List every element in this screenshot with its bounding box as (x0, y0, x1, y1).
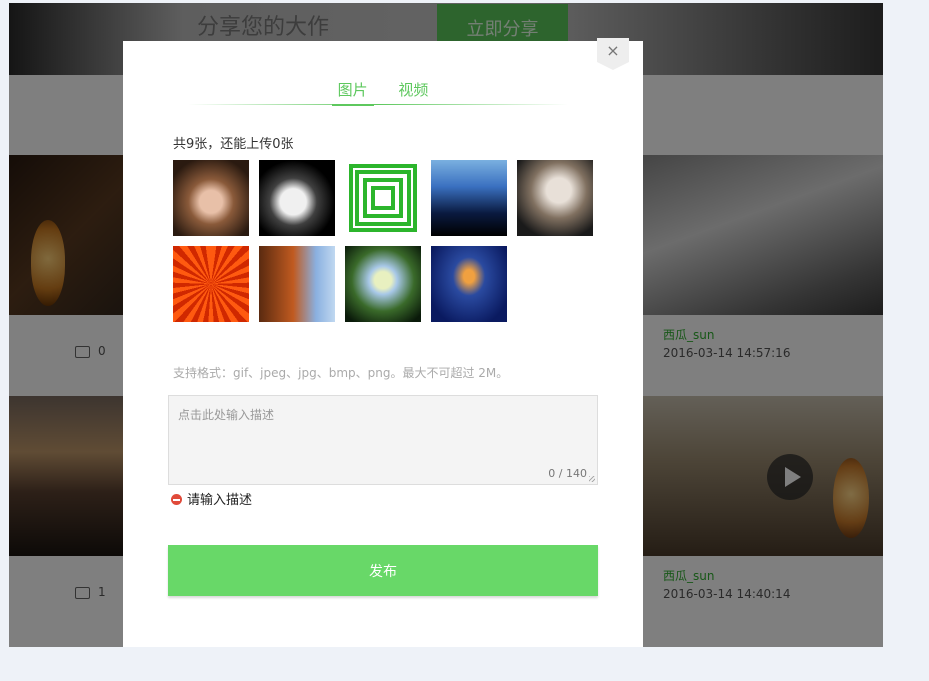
upload-count-text: 共9张，还能上传0张 (173, 137, 294, 152)
thumb-portrait-glasses[interactable] (173, 160, 249, 236)
upload-modal: × 图片 视频 共9张，还能上传0张 支持格式：gif、jpeg、jpg、bmp… (123, 38, 643, 647)
thumb-hydrangea[interactable] (345, 246, 421, 322)
publish-button[interactable]: 发布 (168, 545, 598, 596)
char-counter: 0 / 140 (548, 467, 587, 480)
square-pattern-inner (345, 160, 421, 236)
thumb-rock-formation[interactable] (259, 246, 335, 322)
error-icon (171, 494, 182, 505)
media-tabs: 图片 视频 (123, 79, 643, 106)
tab-videos[interactable]: 视频 (392, 79, 434, 104)
thumb-orange-flower[interactable] (173, 246, 249, 322)
thumb-bw-face[interactable] (259, 160, 335, 236)
close-icon[interactable]: × (597, 38, 629, 70)
resize-handle-icon[interactable] (589, 476, 595, 482)
error-text: 请输入描述 (187, 493, 253, 508)
thumb-night-city[interactable] (431, 160, 507, 236)
thumb-green-squares[interactable] (345, 160, 421, 236)
thumb-jellyfish[interactable] (431, 246, 507, 322)
description-input[interactable] (169, 396, 597, 476)
tab-divider (188, 104, 568, 105)
description-box: 0 / 140 (168, 395, 598, 485)
format-hint: 支持格式：gif、jpeg、jpg、bmp、png。最大不可超过 2M。 (173, 366, 509, 380)
thumb-white-dress[interactable] (517, 160, 593, 236)
error-message: 请输入描述 (171, 489, 252, 508)
tab-images[interactable]: 图片 (331, 79, 374, 106)
